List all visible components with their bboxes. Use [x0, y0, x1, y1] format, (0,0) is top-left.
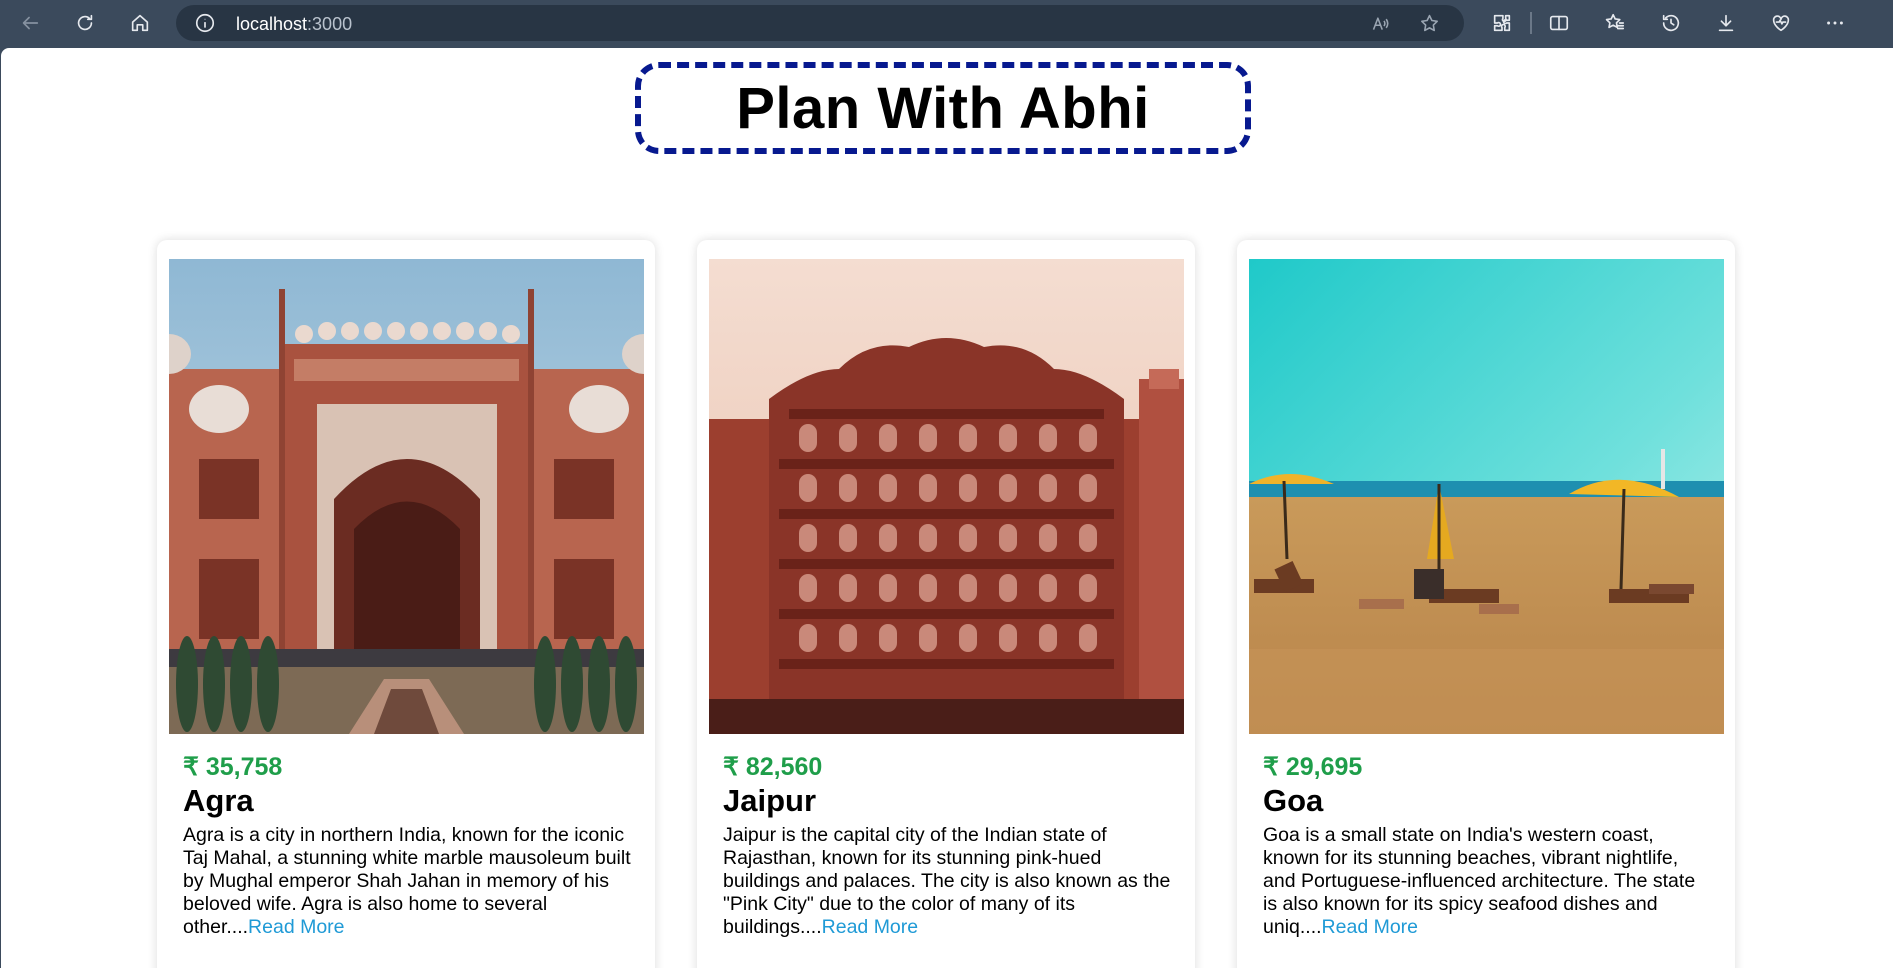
favorites-icon[interactable] [1599, 8, 1631, 38]
favorite-star-icon[interactable] [1416, 10, 1442, 36]
destination-card-agra: ₹ 35,758 Agra Agra is a city in northern… [157, 240, 655, 968]
jaipur-photo [709, 259, 1184, 734]
card-price: ₹ 82,560 [723, 753, 823, 781]
read-more-link[interactable]: Read More [248, 916, 344, 938]
extensions-icon[interactable] [1486, 8, 1518, 38]
page-title-box: Plan With Abhi [635, 62, 1251, 154]
url-host: localhost [236, 14, 308, 34]
card-description: Jaipur is the capital city of the Indian… [723, 824, 1173, 939]
site-info-icon[interactable] [194, 12, 216, 34]
downloads-icon[interactable] [1710, 8, 1742, 38]
home-icon[interactable] [124, 8, 156, 38]
goa-photo [1249, 259, 1724, 734]
read-more-link[interactable]: Read More [822, 916, 918, 938]
url-port: :3000 [307, 14, 353, 34]
card-price: ₹ 29,695 [1263, 753, 1363, 781]
card-title: Agra [183, 783, 254, 818]
card-description-text: Jaipur is the capital city of the Indian… [723, 824, 1171, 938]
back-icon[interactable] [14, 8, 46, 38]
more-icon[interactable] [1819, 8, 1851, 38]
page-viewport: Plan With Abhi ₹ 35,758 Agra Agra is a c… [1, 48, 1893, 968]
destination-card-jaipur: ₹ 82,560 Jaipur Jaipur is the capital ci… [697, 240, 1195, 968]
card-price: ₹ 35,758 [183, 753, 283, 781]
read-aloud-icon[interactable] [1367, 10, 1393, 36]
card-description: Goa is a small state on India's western … [1263, 824, 1713, 939]
destination-card-goa: ₹ 29,695 Goa Goa is a small state on Ind… [1237, 240, 1735, 968]
split-screen-icon[interactable] [1543, 8, 1575, 38]
card-description: Agra is a city in northern India, known … [183, 824, 633, 939]
browser-essentials-icon[interactable] [1765, 8, 1797, 38]
toolbar-separator [1530, 12, 1532, 34]
address-bar[interactable]: localhost:3000 [176, 5, 1464, 41]
page-title: Plan With Abhi [736, 75, 1150, 141]
card-title: Jaipur [723, 783, 817, 818]
url-text[interactable]: localhost:3000 [236, 14, 352, 35]
history-icon[interactable] [1655, 8, 1687, 38]
browser-toolbar: localhost:3000 [0, 0, 1893, 46]
reload-icon[interactable] [69, 8, 101, 38]
card-title: Goa [1263, 783, 1324, 818]
read-more-link[interactable]: Read More [1322, 916, 1418, 938]
agra-photo [169, 259, 644, 734]
